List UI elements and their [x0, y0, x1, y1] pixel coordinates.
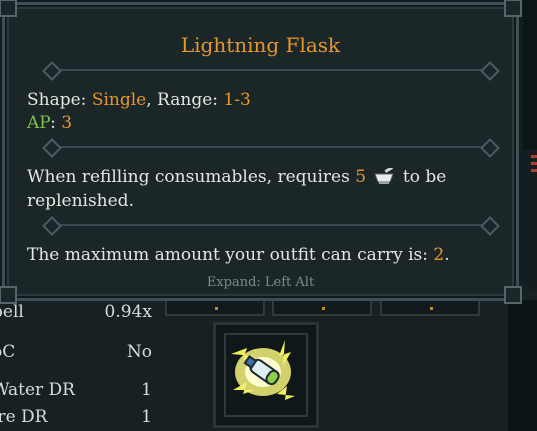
right-edge-column: [508, 300, 537, 431]
ap-label: AP: [27, 113, 51, 133]
stat-value: 0.94x: [104, 302, 152, 322]
right-edge-panel: [523, 0, 537, 150]
shape-label: Shape:: [27, 90, 87, 110]
stat-value: 1: [141, 407, 152, 427]
refill-line: When refilling consumables, requires 5 t…: [27, 166, 447, 187]
item-tooltip: Lightning Flask Shape: Single, Range: 1-…: [0, 0, 522, 304]
stat-row-water-dr: Water DR 1: [0, 380, 160, 404]
refill-amount: 5: [355, 167, 367, 187]
stat-row-fire-dr: ire DR 1: [0, 407, 160, 431]
stat-label: oC: [0, 342, 16, 362]
carry-value: 2: [433, 245, 445, 265]
stat-label: pell: [0, 302, 24, 322]
divider: [51, 69, 491, 71]
mortar-pestle-icon: [373, 166, 395, 184]
ap-line: AP: 3: [27, 113, 72, 133]
ap-separator: :: [50, 113, 56, 133]
ap-value: 3: [61, 113, 73, 133]
corner-ornament: [0, 0, 17, 17]
expand-hint: Expand: Left Alt: [206, 275, 315, 290]
stat-value: 1: [141, 380, 152, 400]
carry-end: .: [444, 245, 450, 265]
refill-text-after: to be: [402, 167, 447, 187]
corner-ornament: [504, 0, 522, 17]
refill-line-2: replenished.: [27, 191, 134, 211]
stat-row-oc: oC No: [0, 342, 160, 366]
item-slot[interactable]: [213, 322, 319, 428]
tooltip-title: Lightning Flask: [180, 33, 341, 57]
range-value: 1-3: [223, 90, 251, 110]
carry-line: The maximum amount your outfit can carry…: [27, 245, 450, 265]
lightning-flask-icon: [231, 340, 295, 400]
shape-value: Single: [91, 90, 147, 110]
stat-label: Water DR: [0, 380, 75, 400]
stat-row-spell: pell 0.94x: [0, 302, 160, 326]
stat-label: ire DR: [0, 407, 48, 427]
status-ticks: [531, 155, 537, 195]
stat-value: No: [126, 342, 152, 362]
range-label: , Range:: [146, 90, 218, 110]
divider: [51, 224, 491, 226]
shape-range-line: Shape: Single, Range: 1-3: [27, 90, 251, 110]
refill-text: When refilling consumables, requires: [27, 167, 350, 187]
carry-text: The maximum amount your outfit can carry…: [27, 245, 428, 265]
divider: [51, 146, 491, 148]
